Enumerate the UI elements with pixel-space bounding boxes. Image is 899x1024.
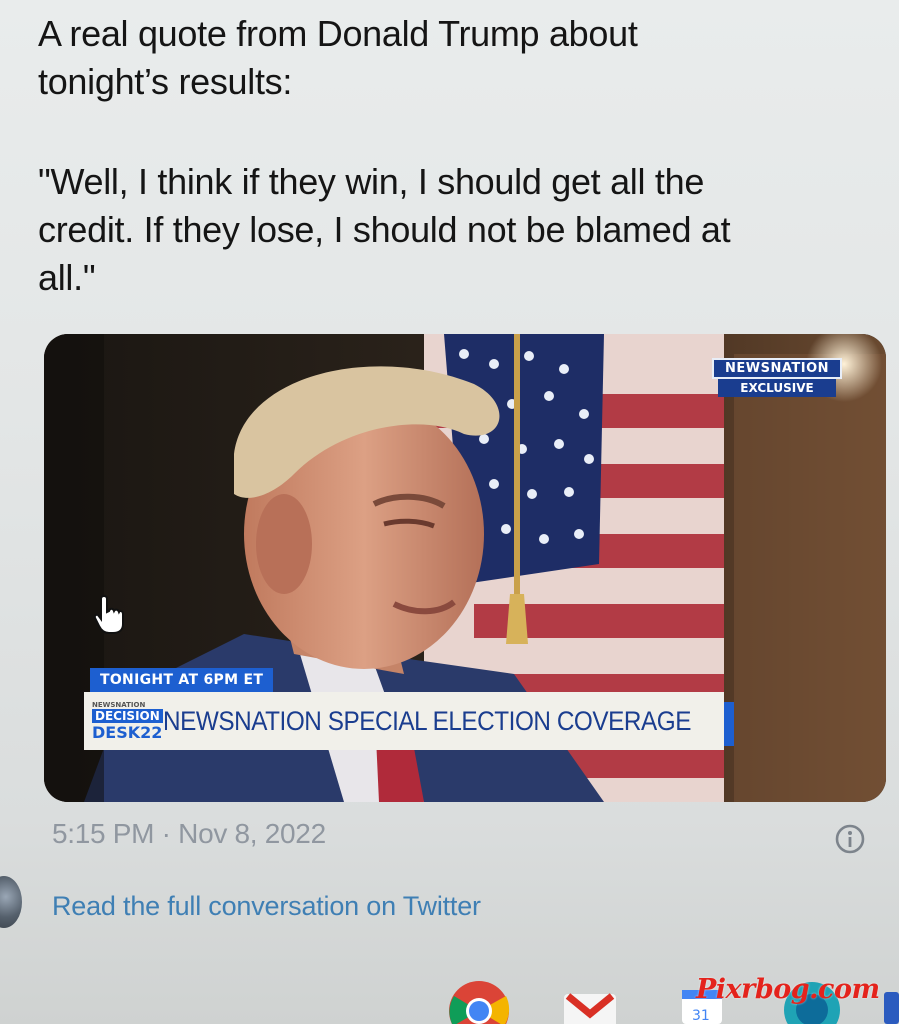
info-icon[interactable] xyxy=(834,823,866,855)
avatar[interactable] xyxy=(0,876,22,928)
tweet-quote-line: "Well, I think if they win, I should get… xyxy=(38,161,705,202)
tweet-timestamp[interactable]: 5:15 PM · Nov 8, 2022 xyxy=(52,818,326,850)
chrome-icon[interactable] xyxy=(446,978,512,1024)
tweet-quote-line: credit. If they lose, I should not be bl… xyxy=(38,209,731,250)
logo-decision-text: DECISION xyxy=(92,708,163,723)
tweet-line: A real quote from Donald Trump about xyxy=(38,13,638,54)
badge-brand: NEWSNATION xyxy=(712,358,842,379)
gmail-icon[interactable] xyxy=(564,990,616,1024)
tweet-line: tonight’s results: xyxy=(38,61,293,102)
calendar-day: 31 xyxy=(692,1008,710,1024)
lower-third: NEWSNATION DECISION DESK22 NEWSNATION SP… xyxy=(84,692,724,750)
tweet-quote-line: all." xyxy=(38,257,96,298)
decision-desk-logo: NEWSNATION DECISION DESK22 xyxy=(92,697,163,745)
tonight-banner: TONIGHT AT 6PM ET xyxy=(90,668,274,692)
lower-third-headline: NEWSNATION SPECIAL ELECTION COVERAGE xyxy=(162,705,691,736)
read-conversation-link[interactable]: Read the full conversation on Twitter xyxy=(52,891,481,922)
watermark: Pixrbog.com xyxy=(696,974,880,1005)
video-thumbnail[interactable]: NEWSNATION EXCLUSIVE TONIGHT AT 6PM ET N… xyxy=(44,334,886,802)
lower-third-accent xyxy=(724,702,734,746)
screen: A real quote from Donald Trump about ton… xyxy=(0,0,899,1024)
tweet-text: A real quote from Donald Trump about ton… xyxy=(38,10,868,302)
dock-overflow-icon[interactable] xyxy=(884,992,899,1024)
badge-label: EXCLUSIVE xyxy=(718,379,836,397)
logo-small-text: NEWSNATION xyxy=(92,700,146,709)
logo-desk-text: DESK22 xyxy=(92,722,163,742)
newsnation-exclusive-badge: NEWSNATION EXCLUSIVE xyxy=(712,358,842,397)
hand-cursor-icon xyxy=(93,594,124,634)
